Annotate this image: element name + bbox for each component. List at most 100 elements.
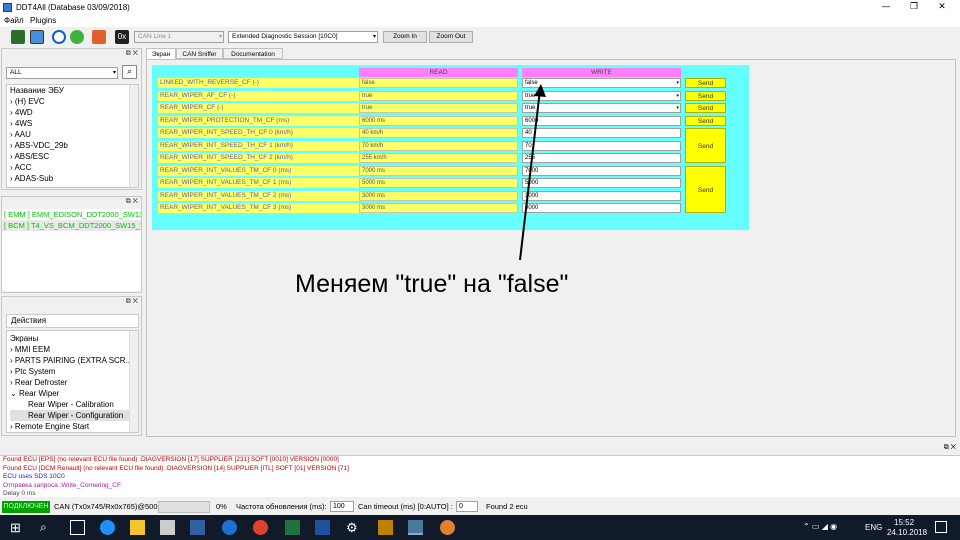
save-icon[interactable] (190, 520, 205, 535)
scrollbar[interactable] (129, 85, 138, 187)
screen-tree-item[interactable]: › PARTS PAIRING (EXTRA SCR... (10, 355, 138, 366)
screen-tree-item-label: Rear Wiper (18, 389, 60, 398)
refresh-icon[interactable] (52, 30, 66, 44)
zoom-in-button[interactable]: Zoom In (383, 31, 427, 43)
read-value: true (359, 90, 518, 101)
refresh-input[interactable]: 100 (330, 501, 354, 512)
scan-icon[interactable] (30, 30, 44, 44)
screen-tree-item[interactable]: › Rear Defroster (10, 377, 138, 388)
ecu-list-item-label: 4WD (14, 108, 33, 117)
read-value: 5000 ms (359, 178, 518, 188)
window-title: DDT4All (Database 03/09/2018) (16, 3, 130, 12)
panel-controls: ⧉ ✕ (943, 444, 956, 451)
found-ecu-item[interactable]: [ BCM ] T4_VS_BCM_DDT2000_SW15_1 (2, 220, 141, 231)
tab-screen[interactable]: Экран (146, 48, 176, 59)
ecu-list-item[interactable]: › 4WD (10, 107, 138, 118)
read-value: true (359, 103, 518, 113)
send-button[interactable]: Send (685, 90, 726, 101)
chevron-down-icon: ▾ (676, 80, 679, 86)
timeout-input[interactable]: 0 (456, 501, 478, 512)
screen-tree-item-label: Rear Wiper - Configuration (28, 411, 124, 420)
screen-tree-item[interactable]: › Ptc System (10, 366, 138, 377)
read-value: 3000 ms (359, 203, 518, 213)
screen-tree-item[interactable]: › MMI EEM (10, 344, 138, 355)
screen-tree-item[interactable]: › Remote Engine Start (10, 421, 138, 432)
connect-icon[interactable] (11, 30, 25, 44)
param-name: REAR_WIPER_INT_VALUES_TM_CF 1 (ms) (158, 178, 359, 188)
heart-icon[interactable] (92, 30, 106, 44)
edge-icon[interactable] (100, 520, 115, 535)
ecu-list-item[interactable]: › AAU (10, 129, 138, 140)
excel-icon[interactable] (285, 520, 300, 535)
sniffer-icon[interactable] (70, 30, 84, 44)
param-name: REAR_WIPER_AF_CF (-) (158, 90, 359, 101)
toolbar: 0x CAN Line 1 ▾ Extended Diagnostic Sessi… (0, 28, 960, 46)
menu-file[interactable]: Файл (4, 16, 24, 25)
found-ecu-panel: ⧉ ✕ [ EMM ] EMM_EDISON_DDT2000_SW13[ BCM… (1, 196, 142, 293)
hex-icon[interactable]: 0x (115, 30, 129, 44)
screens-panel: ⧉ ✕ Действия Экраны › MMI EEM › PARTS PAI… (1, 296, 142, 436)
found-ecu-item[interactable]: [ EMM ] EMM_EDISON_DDT2000_SW13 (2, 209, 141, 220)
ddt4all-icon[interactable] (408, 520, 423, 535)
search-icon[interactable]: ⌕ (122, 65, 137, 79)
menu-bar: Файл Plugins (0, 15, 960, 27)
send-button[interactable]: Send (685, 128, 726, 163)
language-indicator[interactable]: ENG (865, 523, 882, 532)
tab-can-sniffer[interactable]: CAN Sniffer (176, 48, 223, 59)
read-value: 70 km/h (359, 140, 518, 151)
minimize-button[interactable]: — (874, 1, 898, 13)
send-button[interactable]: Send (685, 165, 726, 213)
notification-icon[interactable] (935, 521, 947, 533)
tab-documentation[interactable]: Documentation (223, 48, 283, 59)
param-name: REAR_WIPER_INT_VALUES_TM_CF 0 (ms) (158, 165, 359, 176)
title-bar: DDT4All (Database 03/09/2018) — ❐ ✕ (0, 0, 960, 15)
word-icon[interactable] (315, 520, 330, 535)
read-value: 40 km/h (359, 128, 518, 138)
ecu-list-item[interactable]: › ADAS-Sub (10, 173, 138, 184)
ecu-list-item-label: ACC (14, 163, 32, 172)
read-value: 7000 ms (359, 165, 518, 176)
search-icon[interactable]: ⌕ (40, 520, 55, 535)
read-value: 3000 ms (359, 190, 518, 201)
app-icon[interactable] (440, 520, 455, 535)
send-button[interactable]: Send (685, 78, 726, 88)
actions-field[interactable]: Действия (6, 314, 139, 328)
param-name: REAR_WIPER_INT_SPEED_TH_CF 1 (km/h) (158, 140, 359, 151)
ecu-list-item[interactable]: › ACC (10, 162, 138, 173)
ecu-list: Название ЭБУ › (H) EVC › 4WD › 4WS › AAU › A… (6, 84, 139, 188)
ecu-list-item[interactable]: › 4WS (10, 118, 138, 129)
maximize-button[interactable]: ❐ (902, 1, 926, 13)
windows-start-icon[interactable]: ⊞ (10, 520, 25, 535)
send-button[interactable]: Send (685, 103, 726, 113)
menu-plugins[interactable]: Plugins (30, 16, 56, 25)
close-button[interactable]: ✕ (930, 1, 954, 13)
session-select[interactable]: Extended Diagnostic Session [10C0] ▾ (228, 31, 378, 43)
app-icon[interactable] (378, 520, 393, 535)
ecu-filter-select[interactable]: ALL ▾ (6, 67, 118, 79)
screen-tree-item[interactable]: Rear Wiper - Configuration (10, 410, 138, 421)
send-button[interactable]: Send (685, 115, 726, 126)
panel-controls: ⧉ ✕ (2, 49, 141, 59)
zoom-out-button[interactable]: Zoom Out (429, 31, 473, 43)
screen-tree-item[interactable]: ⌄ Rear Wiper (10, 388, 138, 399)
store-icon[interactable] (160, 520, 175, 535)
chrome-icon[interactable] (253, 520, 268, 535)
ecu-list-item[interactable]: › ABS/ESC (10, 151, 138, 162)
settings-icon[interactable]: ⚙ (346, 520, 361, 535)
task-view-icon[interactable] (70, 520, 85, 535)
param-name: LINKED_WITH_REVERSE_CF (-) (158, 78, 359, 88)
ie-icon[interactable] (222, 520, 237, 535)
tray-icons[interactable]: ⌃ ▭ ◢ ◉ (803, 522, 837, 531)
scrollbar[interactable] (129, 331, 138, 432)
screen-tree-item-label: Remote Engine Start (14, 422, 90, 431)
screen-tree-item[interactable]: Rear Wiper - Calibration (10, 399, 138, 410)
status-bar: ПОДКЛЮЧЕН CAN (Tx0x745/Rx0x765)@500 0% Ч… (0, 499, 960, 514)
log-line: Found ECU [DCM Renault] (no relevant ECU… (3, 464, 349, 472)
refresh-label: Частота обновления (ms): (236, 502, 327, 511)
ecu-list-item[interactable]: › ABS-VDC_29b (10, 140, 138, 151)
annotation-arrow (519, 84, 546, 261)
param-name: REAR_WIPER_PROTECTION_TM_CF (ms) (158, 115, 359, 126)
ecu-list-item[interactable]: › (H) EVC (10, 96, 138, 107)
taskbar: ⊞ ⌕ ⚙ ⌃ ▭ ◢ ◉ ENG 15:52 24.10.2018 (0, 515, 960, 540)
explorer-icon[interactable] (130, 520, 145, 535)
